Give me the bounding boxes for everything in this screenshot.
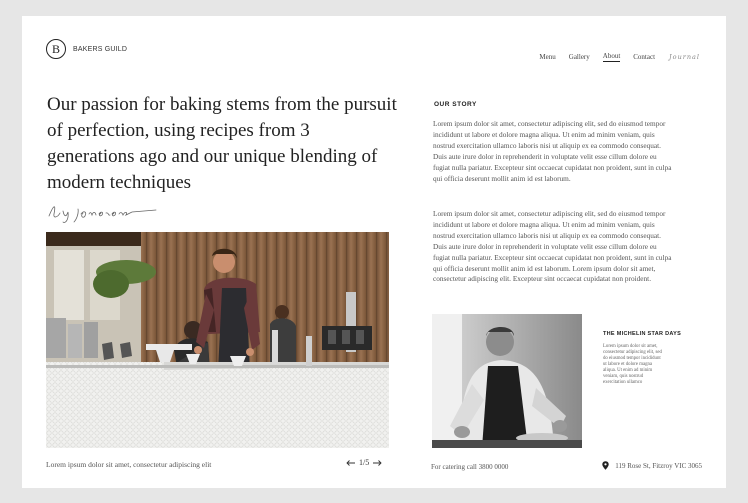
slide-pager: 1/5	[346, 458, 382, 467]
nav-item-journal[interactable]: Journal	[669, 53, 700, 61]
location-pin-icon	[602, 461, 609, 470]
catering-info[interactable]: For catering call 3800 0000	[431, 463, 508, 471]
arrow-left-icon[interactable]	[346, 459, 356, 466]
page-card: B BAKERS GUILD Menu Gallery About Contac…	[22, 16, 726, 488]
story-title: OUR STORY	[434, 101, 477, 108]
brand-logo[interactable]: B BAKERS GUILD	[46, 39, 127, 59]
main-nav: Menu Gallery About Contact Journal	[526, 52, 700, 62]
nav-item-contact[interactable]: Contact	[633, 53, 655, 61]
brand-name: BAKERS GUILD	[73, 45, 128, 53]
hero-caption: Lorem ipsum dolor sit amet, consectetur …	[46, 460, 212, 469]
arrow-right-icon[interactable]	[372, 459, 382, 466]
pager-counter: 1/5	[359, 458, 370, 467]
logo-mark: B	[46, 39, 66, 59]
story-paragraph-2: Lorem ipsum dolor sit amet, consectetur …	[433, 209, 672, 284]
hero-cafe-photo	[46, 232, 389, 448]
address-text: 119 Rose St, Fitzroy VIC 3065	[615, 461, 702, 470]
signature-image	[46, 200, 161, 229]
hero-headline: Our passion for baking stems from the pu…	[47, 94, 397, 193]
michelin-text: Lorem ipsum dolor sit amet, consectetur …	[603, 344, 662, 385]
nav-item-about[interactable]: About	[602, 52, 621, 62]
address-info[interactable]: 119 Rose St, Fitzroy VIC 3065	[602, 461, 702, 470]
michelin-title: THE MICHELIN STAR DAYS	[603, 331, 682, 337]
nav-item-gallery[interactable]: Gallery	[569, 53, 590, 61]
chef-bw-photo	[432, 314, 582, 448]
nav-item-menu[interactable]: Menu	[539, 53, 555, 61]
story-paragraph-1: Lorem ipsum dolor sit amet, consectetur …	[433, 119, 672, 183]
